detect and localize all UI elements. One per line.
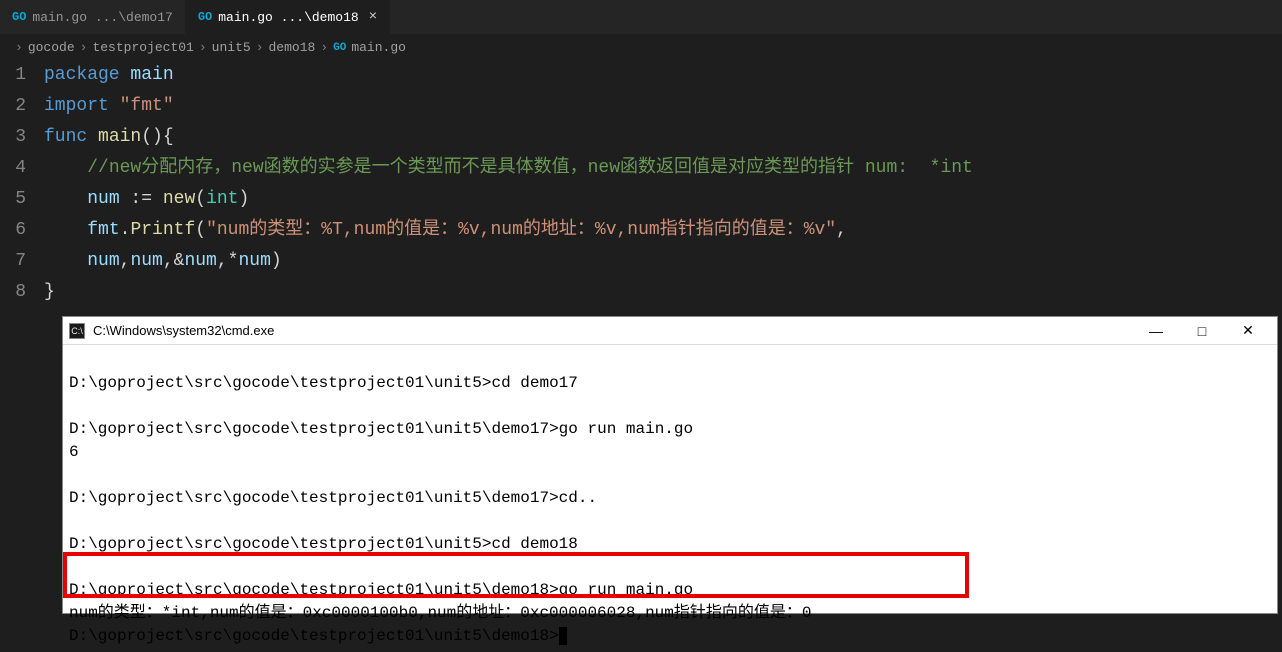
- code-area[interactable]: package mainimport "fmt"func main(){ //n…: [44, 60, 1282, 308]
- go-icon: GO: [198, 10, 212, 24]
- code-line[interactable]: //new分配内存，new函数的实参是一个类型而不是具体数值，new函数返回值是…: [44, 153, 1282, 184]
- breadcrumb-item[interactable]: testproject01: [92, 40, 193, 55]
- code-line[interactable]: num,num,&num,*num): [44, 246, 1282, 277]
- terminal-line: [69, 510, 1271, 533]
- tab-label: main.go ...\demo17: [32, 10, 172, 25]
- tab-1[interactable]: GO main.go ...\demo18 ×: [186, 0, 390, 34]
- terminal-line: D:\goproject\src\gocode\testproject01\un…: [69, 579, 1271, 602]
- chevron-right-icon: ›: [256, 40, 264, 55]
- code-line[interactable]: fmt.Printf("num的类型：%T,num的值是：%v,num的地址：%…: [44, 215, 1282, 246]
- code-editor[interactable]: 12345678 package mainimport "fmt"func ma…: [0, 60, 1282, 308]
- code-line[interactable]: func main(){: [44, 122, 1282, 153]
- minimize-button[interactable]: —: [1133, 317, 1179, 345]
- chevron-right-icon: ›: [320, 40, 328, 55]
- close-button[interactable]: ✕: [1225, 317, 1271, 345]
- line-number: 8: [0, 277, 26, 308]
- line-number: 6: [0, 215, 26, 246]
- line-number: 2: [0, 91, 26, 122]
- terminal-titlebar[interactable]: C:\ C:\Windows\system32\cmd.exe — □ ✕: [63, 317, 1277, 345]
- terminal-line: num的类型：*int,num的值是：0xc0000100b0,num的地址：0…: [69, 602, 1271, 625]
- terminal-line: 6: [69, 441, 1271, 464]
- line-number: 3: [0, 122, 26, 153]
- code-line[interactable]: num := new(int): [44, 184, 1282, 215]
- tab-label: main.go ...\demo18: [218, 10, 358, 25]
- go-icon: GO: [12, 10, 26, 24]
- chevron-right-icon: ›: [80, 40, 88, 55]
- breadcrumb-item[interactable]: unit5: [212, 40, 251, 55]
- close-icon[interactable]: ×: [369, 9, 377, 25]
- breadcrumb-item[interactable]: gocode: [28, 40, 75, 55]
- terminal-line: [69, 349, 1271, 372]
- line-number: 5: [0, 184, 26, 215]
- line-number: 4: [0, 153, 26, 184]
- line-gutter: 12345678: [0, 60, 44, 308]
- go-icon: GO: [333, 42, 346, 54]
- terminal-line: D:\goproject\src\gocode\testproject01\un…: [69, 533, 1271, 556]
- code-line[interactable]: package main: [44, 60, 1282, 91]
- chevron-right-icon: ›: [15, 40, 23, 55]
- terminal-line: D:\goproject\src\gocode\testproject01\un…: [69, 487, 1271, 510]
- terminal-line: [69, 556, 1271, 579]
- code-line[interactable]: import "fmt": [44, 91, 1282, 122]
- terminal-line: D:\goproject\src\gocode\testproject01\un…: [69, 372, 1271, 395]
- code-line[interactable]: }: [44, 277, 1282, 308]
- tab-bar: GO main.go ...\demo17 GO main.go ...\demo18…: [0, 0, 1282, 35]
- terminal-title: C:\Windows\system32\cmd.exe: [93, 323, 274, 338]
- terminal-line: D:\goproject\src\gocode\testproject01\un…: [69, 625, 1271, 648]
- tab-0[interactable]: GO main.go ...\demo17: [0, 0, 186, 34]
- chevron-right-icon: ›: [199, 40, 207, 55]
- line-number: 7: [0, 246, 26, 277]
- terminal-window[interactable]: C:\ C:\Windows\system32\cmd.exe — □ ✕ D:…: [62, 316, 1278, 614]
- cmd-icon: C:\: [69, 323, 85, 339]
- maximize-button[interactable]: □: [1179, 317, 1225, 345]
- cursor: [559, 627, 567, 645]
- terminal-line: [69, 464, 1271, 487]
- terminal-line: [69, 395, 1271, 418]
- line-number: 1: [0, 60, 26, 91]
- breadcrumb-item[interactable]: demo18: [269, 40, 316, 55]
- terminal-line: D:\goproject\src\gocode\testproject01\un…: [69, 418, 1271, 441]
- breadcrumb-file[interactable]: main.go: [351, 40, 406, 55]
- terminal-body[interactable]: D:\goproject\src\gocode\testproject01\un…: [63, 345, 1277, 652]
- breadcrumb: › gocode › testproject01 › unit5 › demo18 › GO mai…: [0, 35, 1282, 60]
